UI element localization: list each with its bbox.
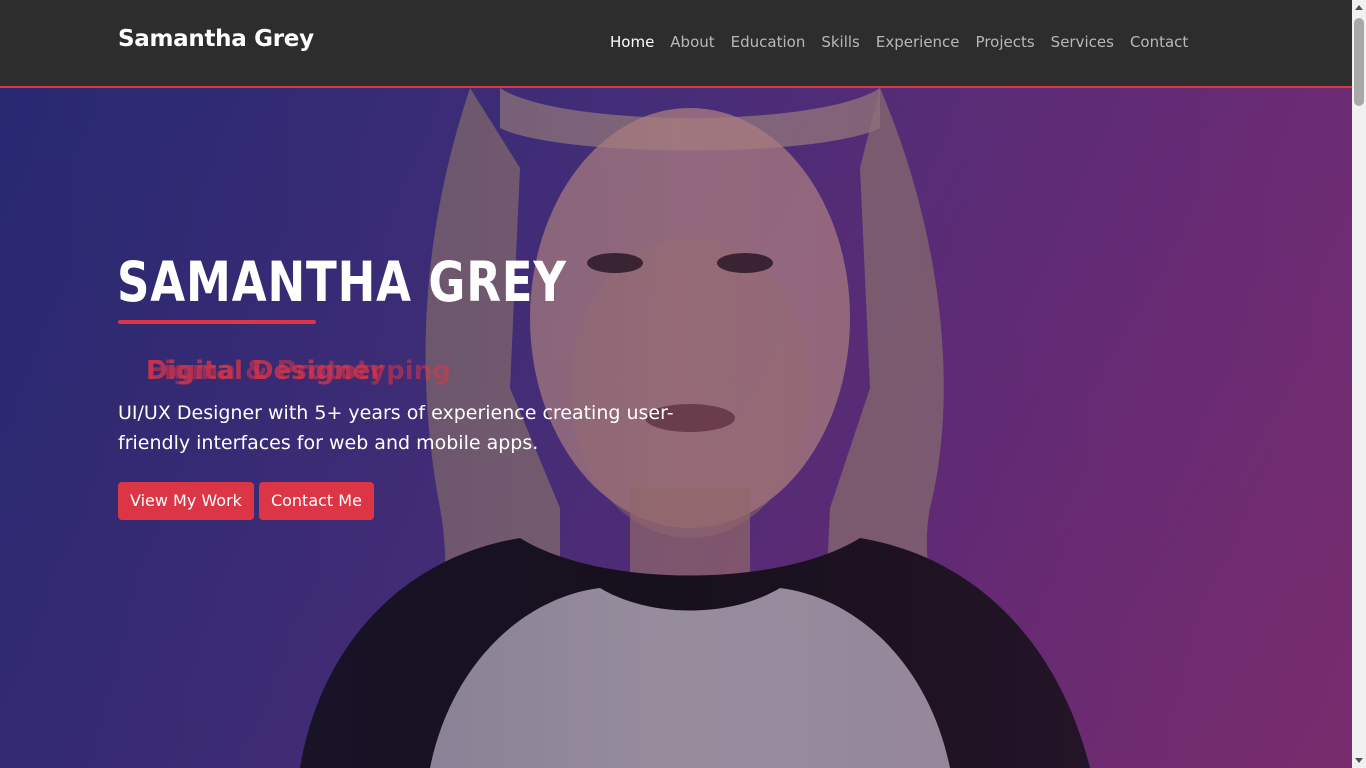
- nav-services[interactable]: Services: [1051, 33, 1114, 51]
- nav-projects[interactable]: Projects: [976, 33, 1035, 51]
- nav-education[interactable]: Education: [731, 33, 806, 51]
- scrollbar-thumb[interactable]: [1354, 18, 1364, 106]
- view-work-button[interactable]: View My Work: [118, 482, 254, 520]
- hero-section: SAMANTHA GREY Digital Designer Figma & P…: [0, 88, 1352, 768]
- nav-experience[interactable]: Experience: [876, 33, 960, 51]
- nav-skills[interactable]: Skills: [821, 33, 860, 51]
- brand-logo[interactable]: Samantha Grey: [118, 26, 314, 52]
- nav-home[interactable]: Home: [610, 33, 654, 51]
- hero-description: UI/UX Designer with 5+ years of experien…: [118, 402, 674, 454]
- nav-about[interactable]: About: [670, 33, 714, 51]
- contact-me-button[interactable]: Contact Me: [258, 482, 374, 520]
- navbar: Samantha Grey Home About Education Skill…: [0, 0, 1352, 88]
- hero-buttons: View My Work Contact Me: [118, 482, 379, 520]
- nav-menu: Home About Education Skills Experience P…: [610, 33, 1204, 51]
- nav-contact[interactable]: Contact: [1130, 33, 1188, 51]
- page-scrollbar[interactable]: [1352, 0, 1366, 768]
- typed-role-text-secondary: Figma & Prototyping: [146, 356, 451, 386]
- scroll-up-arrow-icon[interactable]: [1355, 5, 1363, 10]
- title-underline: [118, 320, 316, 324]
- hero-title: SAMANTHA GREY: [117, 250, 567, 314]
- scroll-down-arrow-icon[interactable]: [1355, 758, 1363, 763]
